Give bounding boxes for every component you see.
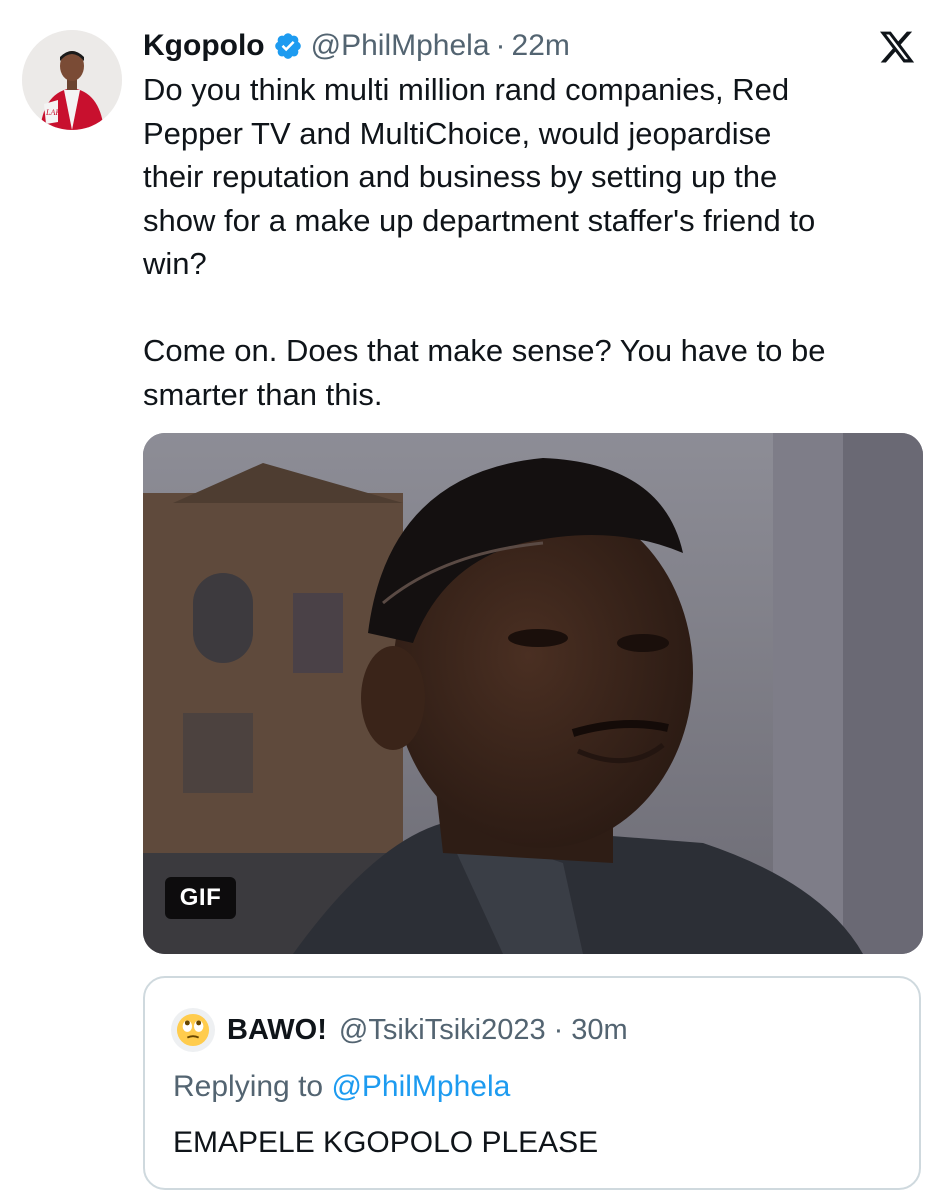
tweet-text: Do you think multi million rand companie… [143, 72, 826, 412]
gif-badge[interactable]: GIF [165, 877, 236, 919]
tweet-gif-media[interactable]: GIF [143, 433, 923, 954]
quoted-tweet-timestamp[interactable]: 30m [571, 1014, 627, 1047]
separator-dot: · [495, 29, 506, 62]
quoted-tweet-card[interactable]: BAWO! @TsikiTsiki2023 · 30m Replying to … [143, 976, 921, 1190]
verified-badge-icon [273, 31, 303, 61]
author-avatar-image: LAK [22, 30, 122, 130]
gif-image [143, 433, 923, 954]
author-avatar[interactable]: LAK [22, 30, 122, 130]
replying-to-mention[interactable]: @PhilMphela [331, 1070, 510, 1103]
quoted-separator-dot: · [553, 1013, 564, 1046]
replying-to-label: Replying to [173, 1070, 332, 1103]
replying-to-line: Replying to @PhilMphela [173, 1070, 510, 1104]
tweet-header: Kgopolo @PhilMphela · 22m [143, 28, 570, 64]
svg-text:LAK: LAK [45, 108, 61, 117]
tweet-timestamp[interactable]: 22m [512, 29, 570, 63]
author-name[interactable]: Kgopolo [143, 29, 265, 63]
quoted-author-handle[interactable]: @TsikiTsiki2023 [339, 1014, 546, 1047]
author-handle[interactable]: @PhilMphela [311, 29, 490, 63]
rolling-eyes-emoji-icon[interactable] [171, 1008, 215, 1052]
quoted-author-name[interactable]: BAWO! [227, 1014, 327, 1047]
x-logo-icon[interactable] [877, 28, 917, 66]
quoted-tweet-header: BAWO! @TsikiTsiki2023 · 30m [171, 1008, 628, 1052]
quoted-tweet-text: EMAPELE KGOPOLO PLEASE [173, 1126, 599, 1159]
